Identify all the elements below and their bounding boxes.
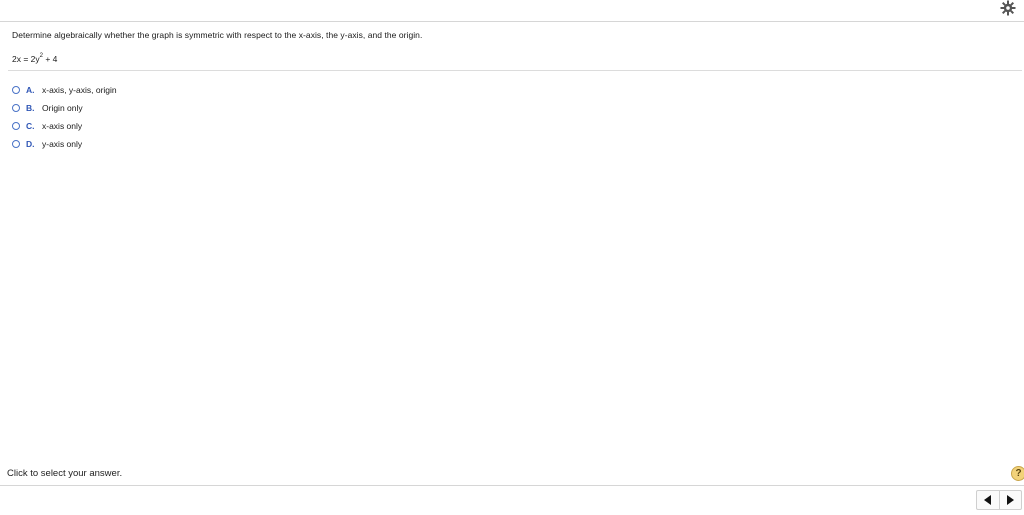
arrow-left-icon bbox=[983, 495, 991, 505]
choice-letter: B. bbox=[26, 103, 35, 113]
choice-letter: C. bbox=[26, 121, 35, 131]
choice-c[interactable]: C. x-axis only bbox=[12, 117, 117, 135]
help-icon[interactable]: ? bbox=[1011, 466, 1024, 481]
radio-button[interactable] bbox=[12, 86, 20, 94]
choice-d[interactable]: D. y-axis only bbox=[12, 135, 117, 153]
equation-left: 2x = 2y bbox=[12, 54, 40, 64]
choice-b[interactable]: B. Origin only bbox=[12, 99, 117, 117]
question-equation: 2x = 2y2 + 4 bbox=[12, 53, 58, 64]
radio-button[interactable] bbox=[12, 104, 20, 112]
question-page: Determine algebraically whether the grap… bbox=[0, 0, 1024, 515]
question-divider bbox=[8, 70, 1022, 71]
next-button[interactable] bbox=[998, 491, 1022, 509]
radio-button[interactable] bbox=[12, 122, 20, 130]
choice-a[interactable]: A. x-axis, y-axis, origin bbox=[12, 81, 117, 99]
choice-letter: A. bbox=[26, 85, 35, 95]
equation-right: + 4 bbox=[43, 54, 58, 64]
radio-button[interactable] bbox=[12, 140, 20, 148]
question-prompt: Determine algebraically whether the grap… bbox=[12, 30, 423, 40]
choice-text: x-axis, y-axis, origin bbox=[42, 85, 117, 95]
choice-text: x-axis only bbox=[42, 121, 83, 131]
answer-choices: A. x-axis, y-axis, origin B. Origin only… bbox=[12, 81, 117, 153]
choice-text: Origin only bbox=[42, 103, 83, 113]
arrow-right-icon bbox=[1007, 495, 1015, 505]
choice-text: y-axis only bbox=[42, 139, 83, 149]
choice-letter: D. bbox=[26, 139, 35, 149]
equation-exponent: 2 bbox=[39, 53, 43, 60]
gear-icon[interactable] bbox=[1000, 0, 1016, 16]
status-text: Click to select your answer. bbox=[7, 468, 123, 479]
question-nav bbox=[976, 490, 1022, 510]
bottom-divider bbox=[0, 485, 1024, 486]
previous-button[interactable] bbox=[977, 491, 999, 509]
top-divider bbox=[0, 21, 1024, 22]
